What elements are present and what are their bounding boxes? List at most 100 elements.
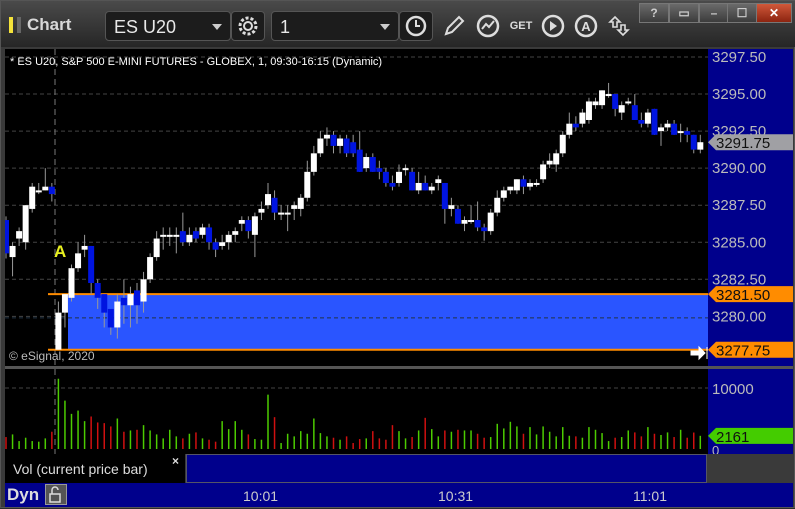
studies-icon[interactable] bbox=[473, 11, 503, 41]
candle bbox=[166, 234, 173, 237]
candle bbox=[94, 283, 101, 298]
pane-divider bbox=[5, 366, 793, 369]
time-label: 11:01 bbox=[633, 488, 667, 504]
candle bbox=[55, 312, 62, 350]
candle bbox=[402, 168, 409, 171]
interval-value: 1 bbox=[280, 17, 291, 37]
candle bbox=[540, 164, 547, 180]
price-tick: 3290.00 bbox=[712, 160, 766, 177]
candle bbox=[147, 257, 154, 280]
interval-input[interactable]: 1 bbox=[271, 11, 399, 41]
price-chart[interactable]: 3297.503295.003292.503290.003287.503285.… bbox=[5, 49, 793, 454]
chevron-down-icon[interactable] bbox=[380, 24, 390, 30]
candle bbox=[304, 171, 311, 198]
candle bbox=[258, 208, 265, 213]
candle bbox=[153, 238, 160, 258]
candle bbox=[618, 105, 625, 113]
candle bbox=[382, 171, 389, 183]
candle bbox=[638, 119, 645, 124]
price-tick: 3295.00 bbox=[712, 86, 766, 103]
candle bbox=[291, 205, 298, 209]
candle bbox=[48, 186, 55, 195]
candle bbox=[468, 220, 475, 223]
candle bbox=[572, 123, 579, 128]
range-low-tag-text: 3277.75 bbox=[716, 343, 770, 360]
candle bbox=[251, 216, 258, 235]
candle bbox=[134, 290, 140, 306]
candle bbox=[232, 231, 239, 235]
help-label: ? bbox=[650, 6, 658, 20]
alert-icon[interactable]: A bbox=[571, 11, 601, 41]
candle bbox=[546, 160, 553, 165]
candle bbox=[323, 134, 330, 139]
pencil-icon[interactable] bbox=[439, 11, 469, 41]
candle bbox=[245, 220, 252, 232]
candle bbox=[160, 234, 167, 237]
candle bbox=[278, 212, 285, 215]
candle bbox=[527, 182, 533, 187]
candle bbox=[22, 205, 29, 243]
candle bbox=[29, 186, 36, 209]
candle bbox=[625, 101, 632, 104]
time-label: 10:31 bbox=[438, 488, 474, 504]
candle bbox=[409, 171, 416, 191]
candle bbox=[88, 245, 95, 284]
candle bbox=[494, 197, 501, 213]
close-study-button[interactable]: × bbox=[172, 454, 179, 468]
lock-icon[interactable] bbox=[45, 484, 67, 505]
candle bbox=[127, 294, 134, 306]
candle bbox=[219, 242, 226, 246]
chevron-down-icon[interactable] bbox=[212, 24, 222, 30]
candle bbox=[697, 142, 704, 150]
restore-down-button[interactable]: ▭ bbox=[669, 3, 699, 23]
time-axis[interactable]: Dyn 10:01 10:31 11:01 bbox=[5, 483, 793, 507]
study-strip bbox=[186, 454, 707, 483]
help-button[interactable]: ? bbox=[639, 3, 669, 23]
dynamic-mode-label[interactable]: Dyn bbox=[7, 485, 39, 505]
candle bbox=[356, 149, 363, 172]
link-color-icon[interactable] bbox=[9, 17, 13, 33]
link-color-icon-2 bbox=[17, 17, 21, 33]
candle bbox=[454, 208, 461, 224]
play-icon[interactable] bbox=[538, 11, 568, 41]
candle bbox=[140, 279, 147, 302]
close-button[interactable]: ✕ bbox=[756, 3, 792, 23]
minimize-button[interactable]: – bbox=[699, 3, 729, 23]
candle bbox=[559, 134, 566, 154]
volume-tick: 10000 bbox=[712, 381, 754, 398]
symbol-input[interactable]: ES U20 bbox=[105, 11, 231, 41]
candle bbox=[297, 197, 304, 209]
candle bbox=[631, 105, 638, 120]
candle bbox=[271, 197, 278, 213]
gear-icon[interactable] bbox=[231, 11, 265, 41]
price-tick: 3285.00 bbox=[712, 234, 766, 251]
candle bbox=[690, 134, 697, 150]
candle bbox=[651, 108, 658, 135]
window-title: Chart bbox=[9, 15, 71, 35]
candle bbox=[179, 231, 186, 243]
chart-legend: * ES U20, S&P 500 E-MINI FUTURES - GLOBE… bbox=[10, 56, 383, 68]
candle bbox=[658, 127, 664, 132]
maximize-button[interactable]: ☐ bbox=[727, 3, 757, 23]
link-arrows-icon[interactable] bbox=[604, 11, 634, 41]
candle bbox=[5, 220, 9, 254]
price-tick: 3287.50 bbox=[712, 197, 766, 214]
candle bbox=[114, 301, 121, 328]
last-price-tag-text: 3291.75 bbox=[716, 135, 770, 152]
volume-study-label[interactable]: Vol (current price bar) bbox=[5, 454, 185, 483]
candle bbox=[61, 294, 68, 313]
get-icon[interactable]: GET bbox=[506, 11, 536, 41]
candle bbox=[684, 131, 691, 135]
candle bbox=[599, 90, 606, 106]
chart-window: Chart ES U20 1 GET A ? ▭ – ☐ ✕ 3297.50 32… bbox=[0, 0, 795, 508]
candle bbox=[671, 123, 678, 135]
candle bbox=[206, 227, 213, 243]
candle bbox=[186, 234, 193, 243]
candle bbox=[68, 268, 75, 298]
clock-icon[interactable] bbox=[399, 11, 433, 41]
candle bbox=[212, 242, 219, 250]
candle bbox=[664, 123, 671, 128]
candle bbox=[644, 112, 651, 124]
candle bbox=[16, 231, 23, 239]
candle bbox=[101, 294, 108, 313]
